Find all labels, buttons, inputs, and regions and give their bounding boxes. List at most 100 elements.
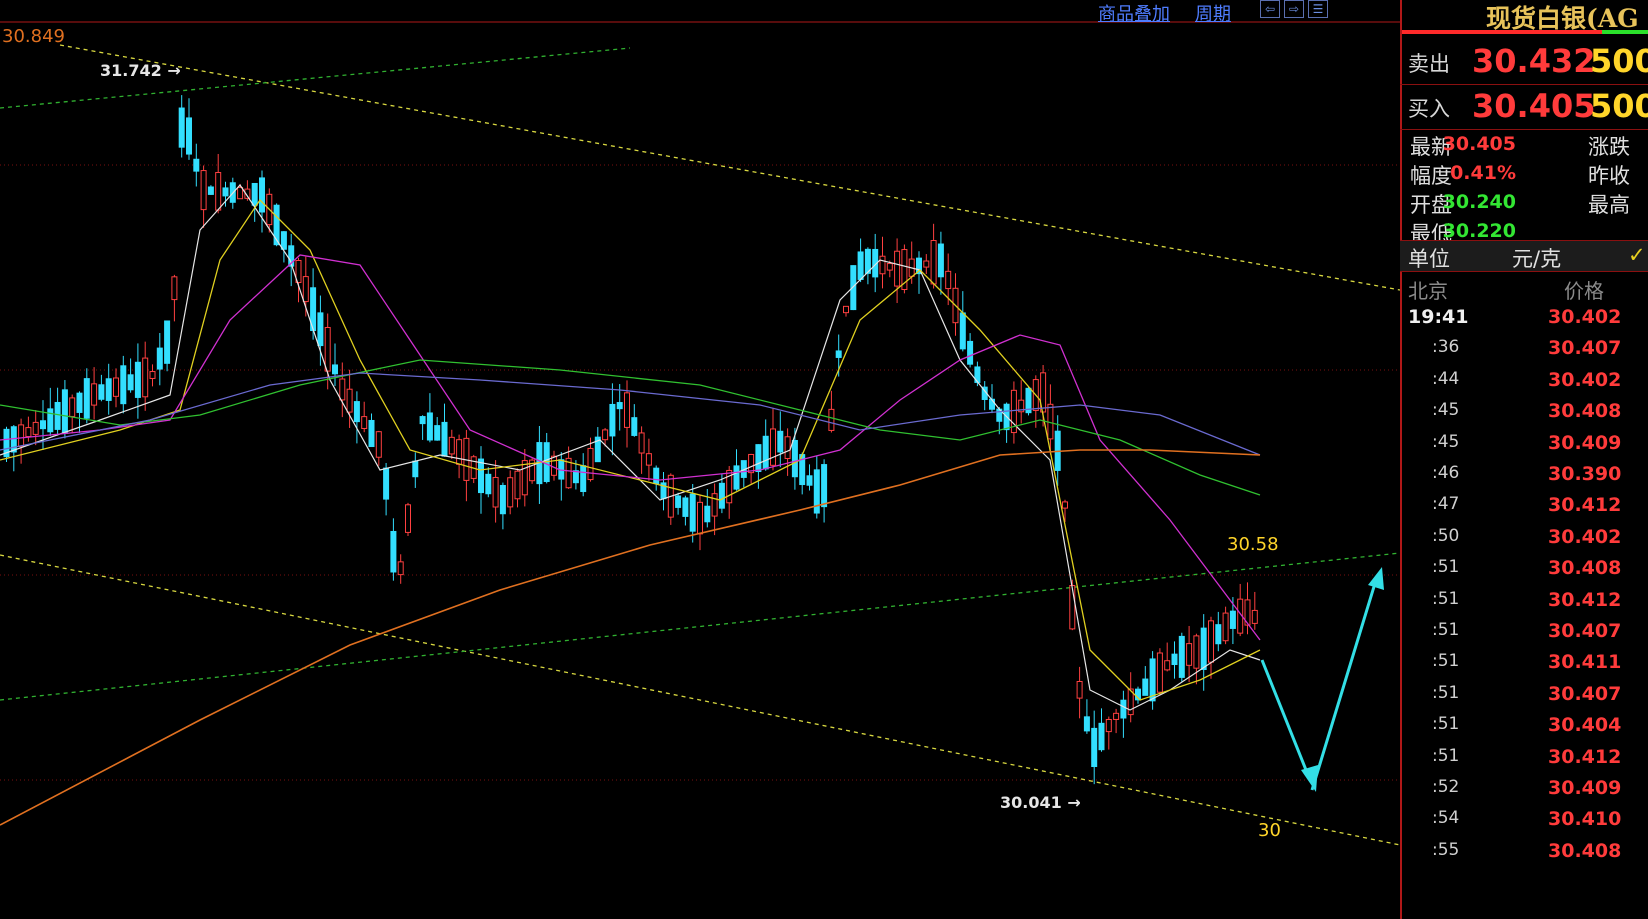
ma-white-line [0,184,1261,711]
candle-body [1251,609,1258,624]
candle-body [1076,680,1083,699]
tick-price: 30.390 [1548,463,1622,485]
sell-row[interactable]: 卖出 30.432 500 [1400,38,1648,85]
info-value: 0.41% [1450,162,1516,184]
candle-body [514,470,521,500]
candle-body [397,561,404,576]
tick-time: :51 [1432,714,1460,735]
candle-body [777,430,784,453]
candle-body [835,350,842,358]
candle-body [98,384,105,400]
unit-row: 单位 元/克 ✓ [1400,240,1648,272]
tick-time: :51 [1432,651,1460,672]
candlestick-chart[interactable]: 30.849 31.742 → 30.041 → 30.58 30 商品叠加 周期 ⇦ … [0,0,1400,919]
candle-body [718,482,725,509]
tick-row: :45 30.408 [1400,400,1648,430]
candle-body [784,436,791,460]
tick-time: :45 [1432,400,1460,421]
nav-right-button[interactable]: ⇨ [1284,0,1304,18]
chart-canvas[interactable]: 30.849 31.742 → 30.041 → 30.58 30 [0,0,1400,919]
tick-row: :51 30.404 [1400,714,1648,744]
overlay-link[interactable]: 商品叠加 [1098,0,1170,26]
candle-body [521,460,528,496]
candle-body [645,453,652,466]
candle-body [624,392,630,428]
tick-price: 30.412 [1548,588,1622,611]
candle-body [127,374,134,391]
candle-body [448,436,455,455]
candle-body [1062,501,1068,509]
candle-body [200,170,207,211]
top-price-label: 30.849 [2,26,65,47]
candle-body [1229,610,1236,629]
candle-body [886,263,893,271]
channel-upper-line [59,44,1400,291]
info-value: 30.240 [1442,191,1516,213]
candle-body [251,182,258,206]
candle-body [83,378,90,419]
nav-menu-button[interactable]: ☰ [1308,0,1328,18]
candle-body [580,465,587,493]
candle-body [843,305,849,314]
tick-row: :55 30.408 [1400,840,1648,870]
tick-row: :45 30.409 [1400,432,1648,462]
candle-body [1164,660,1171,671]
tick-row: :47 30.412 [1400,494,1648,524]
tick-row: :52 30.409 [1400,777,1648,807]
candle-body [76,392,83,413]
candle-body [616,402,623,410]
high-marker-label: 31.742 → [100,61,181,80]
candle-body [317,312,324,347]
candle-body [441,421,448,457]
candle-body [134,361,141,398]
arrow-down-line [1260,659,1312,781]
tick-price: 30.407 [1548,682,1622,705]
candle-body [894,250,901,287]
candle-body [178,107,185,148]
info-label2: 最高 [1588,193,1630,217]
tick-row: :44 30.402 [1400,369,1648,399]
candle-body [762,435,769,470]
candle-body [1083,716,1090,732]
candle-body [653,467,660,484]
candle-body [631,417,638,436]
candle-body [675,495,682,508]
target-high-label: 30.58 [1227,534,1279,555]
tick-price: 30.409 [1548,777,1622,799]
title-underline-green [1602,30,1648,34]
candle-body [1098,722,1105,751]
candle-body [273,204,280,246]
candle-body [587,447,594,481]
candle-body [332,364,338,375]
tick-row: :51 30.407 [1400,683,1648,713]
buy-row[interactable]: 买入 30.405 500 [1400,85,1648,130]
candle-body [704,505,711,523]
check-icon[interactable]: ✓ [1628,243,1646,267]
buy-price: 30.405 [1472,87,1596,125]
info-value: 30.405 [1442,133,1516,155]
candle-body [937,243,944,278]
candle-body [697,501,703,535]
candle-body [1142,678,1149,696]
candle-body [69,397,76,417]
candle-body [280,231,287,250]
ticks-header-city: 北京 [1408,279,1448,303]
tick-price: 30.408 [1548,400,1622,423]
tick-row: :51 30.411 [1400,651,1648,681]
candle-body [426,412,433,441]
nav-left-button[interactable]: ⇦ [1260,0,1280,18]
tick-time: :52 [1432,777,1460,797]
candle-body [25,427,32,438]
candle-body [1208,620,1214,663]
title-underline-red [1402,30,1602,34]
candle-body [156,347,163,370]
candle-body [609,403,616,437]
candle-body [791,439,798,478]
candle-body [120,365,127,405]
candle-body [40,420,46,430]
candle-body [689,493,696,532]
period-link[interactable]: 周期 [1195,0,1231,26]
buy-qty: 500 [1590,87,1648,125]
candle-body [492,476,499,508]
tick-time: :45 [1432,431,1460,452]
